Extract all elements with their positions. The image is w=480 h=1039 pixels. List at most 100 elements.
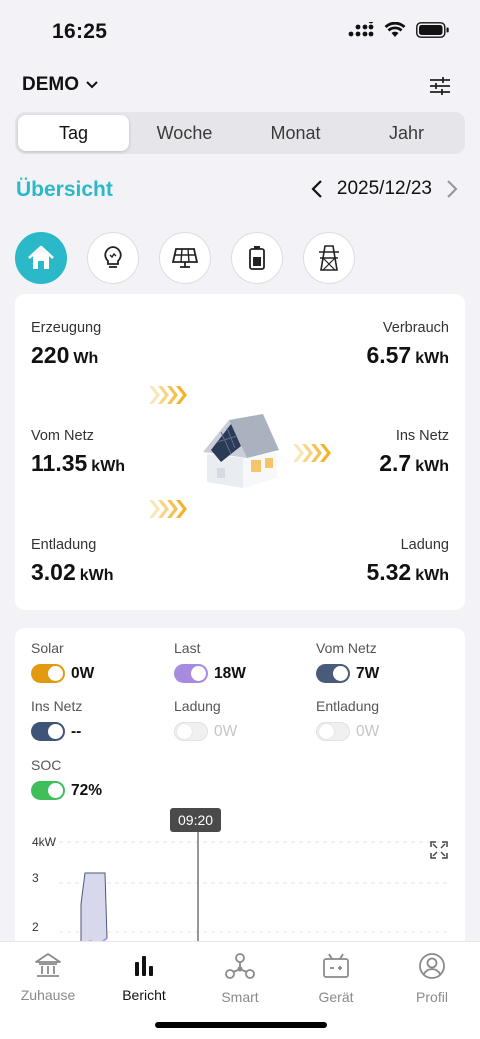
power-item-ins-netz: Ins Netz -- xyxy=(31,698,82,741)
tab-smart[interactable]: Smart xyxy=(192,952,288,1005)
solar-house-illustration xyxy=(203,414,279,488)
account-selector[interactable]: DEMO xyxy=(22,74,99,96)
bar-chart-icon xyxy=(135,956,153,976)
power-item-vom-netz: Vom Netz 7W xyxy=(316,640,379,683)
battery-icon xyxy=(249,246,265,270)
flow-arrow-battery-icon xyxy=(149,500,187,518)
stat-label: Erzeugung xyxy=(31,320,102,336)
power-value: -- xyxy=(71,722,82,740)
category-battery[interactable] xyxy=(231,232,283,284)
flow-arrow-grid-export-icon xyxy=(293,444,331,462)
power-item-last: Last 18W xyxy=(174,640,246,683)
power-chart-card: Solar 0W Last 18W Vom Netz 7W Ins Netz -… xyxy=(15,628,465,958)
ins-netz-toggle[interactable] xyxy=(31,722,65,741)
sliders-icon xyxy=(430,77,450,95)
tab-woche[interactable]: Woche xyxy=(129,115,240,151)
stat-value: 3.02 xyxy=(31,559,76,585)
stat-label: Verbrauch xyxy=(382,320,449,336)
expand-icon[interactable] xyxy=(430,841,448,859)
date-navigator: 2025/12/23 xyxy=(311,178,458,200)
power-label: Entladung xyxy=(316,698,380,714)
period-segmented-control: Tag Woche Monat Jahr xyxy=(15,112,465,154)
filter-settings-button[interactable] xyxy=(428,74,452,98)
status-time: 16:25 xyxy=(52,20,108,43)
chevron-right-icon[interactable] xyxy=(446,179,458,199)
power-label: Ladung xyxy=(174,698,221,714)
power-value: 72% xyxy=(71,781,103,799)
stat-value: 2.7 xyxy=(379,450,412,476)
status-bar: 16:25 xyxy=(0,0,480,62)
solar-toggle[interactable] xyxy=(31,664,65,683)
house-icon xyxy=(35,953,61,977)
power-value: 0W xyxy=(356,722,380,740)
tab-label: Bericht xyxy=(122,987,166,1003)
current-date[interactable]: 2025/12/23 xyxy=(337,178,432,200)
tab-tag[interactable]: Tag xyxy=(18,115,129,151)
battery-status-icon xyxy=(416,22,449,38)
power-label: Vom Netz xyxy=(316,640,377,656)
power-item-soc: SOC 72% xyxy=(31,757,102,800)
ladung-toggle[interactable] xyxy=(174,722,208,741)
signal-icon xyxy=(348,22,374,37)
stat-value: 5.32 xyxy=(366,559,412,585)
stat-verbrauch: Verbrauch 6.57 kWh xyxy=(366,320,449,369)
category-consumption[interactable] xyxy=(87,232,139,284)
home-icon xyxy=(28,245,54,269)
power-value: 7W xyxy=(356,664,380,682)
soc-toggle[interactable] xyxy=(31,781,65,800)
tab-jahr[interactable]: Jahr xyxy=(351,115,462,151)
stat-value: 11.35 xyxy=(31,450,88,476)
category-grid[interactable] xyxy=(303,232,355,284)
tab-label: Profil xyxy=(416,989,448,1005)
stat-ins-netz: Ins Netz 2.7 kWh xyxy=(379,428,449,477)
device-icon xyxy=(323,953,349,978)
grid-tower-icon xyxy=(319,245,339,271)
category-home[interactable] xyxy=(15,232,67,284)
tab-label: Smart xyxy=(221,989,259,1005)
power-item-entladung: Entladung 0W xyxy=(316,698,379,741)
tab-label: Gerät xyxy=(318,989,354,1005)
stat-label: Entladung xyxy=(31,537,97,553)
stat-unit: Wh xyxy=(73,350,99,367)
stat-entladung: Entladung 3.02 kWh xyxy=(31,537,114,586)
category-icons xyxy=(15,232,355,284)
stat-value: 6.57 xyxy=(366,342,412,368)
tab-geraet[interactable]: Gerät xyxy=(288,952,384,1005)
tab-profil[interactable]: Profil xyxy=(384,952,480,1005)
stat-unit: kWh xyxy=(415,458,449,475)
category-solar[interactable] xyxy=(159,232,211,284)
vom-netz-toggle[interactable] xyxy=(316,664,350,683)
stat-unit: kWh xyxy=(415,567,449,584)
profile-icon xyxy=(419,953,445,979)
power-value: 18W xyxy=(214,664,246,682)
stat-value: 220 xyxy=(31,342,70,368)
tab-monat[interactable]: Monat xyxy=(240,115,351,151)
overview-title: Übersicht xyxy=(16,178,113,201)
stat-label: Ladung xyxy=(400,537,449,553)
stat-label: Vom Netz xyxy=(31,428,94,444)
power-value: 0W xyxy=(214,722,238,740)
stat-unit: kWh xyxy=(79,567,114,584)
chevron-left-icon[interactable] xyxy=(311,179,323,199)
power-chart[interactable] xyxy=(15,828,465,958)
solar-panel-icon xyxy=(172,248,198,268)
smart-network-icon xyxy=(225,953,255,979)
status-icons xyxy=(348,22,450,38)
power-label: Ins Netz xyxy=(31,698,83,714)
wifi-icon xyxy=(384,22,406,37)
tab-zuhause[interactable]: Zuhause xyxy=(0,952,96,1003)
chart-tooltip-time: 09:20 xyxy=(170,808,222,832)
stat-unit: kWh xyxy=(91,458,126,475)
flow-arrow-solar-icon xyxy=(149,386,187,404)
power-label: Solar xyxy=(31,640,64,656)
stat-erzeugung: Erzeugung 220 Wh xyxy=(31,320,101,369)
tab-bericht[interactable]: Bericht xyxy=(96,952,192,1003)
stat-vom-netz: Vom Netz 11.35 kWh xyxy=(31,428,125,477)
overview-row: Übersicht 2025/12/23 xyxy=(0,175,480,207)
stat-label: Ins Netz xyxy=(395,428,449,444)
power-label: Last xyxy=(174,640,201,656)
entladung-toggle[interactable] xyxy=(316,722,350,741)
last-toggle[interactable] xyxy=(174,664,208,683)
home-indicator xyxy=(155,1022,327,1028)
top-bar: DEMO xyxy=(0,70,480,102)
